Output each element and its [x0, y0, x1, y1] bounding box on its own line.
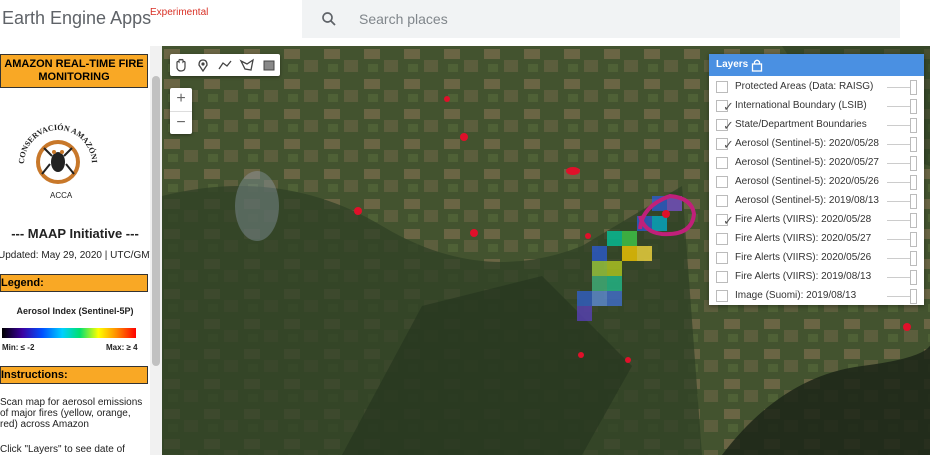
- opacity-slider-handle[interactable]: [910, 99, 917, 114]
- polygon-tool-icon[interactable]: [239, 57, 255, 73]
- pan-hand-icon[interactable]: [173, 57, 189, 73]
- point-marker-icon[interactable]: [195, 57, 211, 73]
- instructions-text-1: Scan map for aerosol emissions of major …: [0, 397, 143, 430]
- legend-min-label: Min: ≤ -2: [2, 343, 35, 352]
- opacity-slider-handle[interactable]: [910, 270, 917, 285]
- layer-row[interactable]: ✓ Fire Alerts (VIIRS): 2020/05/28: [709, 211, 924, 230]
- layer-label: Aerosol (Sentinel-5): 2020/05/26: [735, 176, 879, 187]
- layer-checkbox[interactable]: [716, 176, 728, 188]
- opacity-slider-handle[interactable]: [910, 137, 917, 152]
- layer-checkbox[interactable]: ✓: [716, 137, 734, 152]
- acca-logo: CONSERVACIÓN AMAZÓNICA ACCA: [10, 112, 99, 200]
- opacity-slider-track[interactable]: [887, 277, 911, 278]
- zoom-control: + −: [170, 88, 192, 134]
- checkmark-icon: ✓: [723, 99, 734, 114]
- layer-row[interactable]: Fire Alerts (VIIRS): 2020/05/27: [709, 230, 924, 249]
- checkmark-icon: ✓: [723, 213, 734, 228]
- opacity-slider-handle[interactable]: [910, 251, 917, 266]
- aerosol-color-ramp: [2, 328, 136, 338]
- top-bar: Earth Engine Apps Experimental Search pl…: [0, 0, 930, 46]
- layer-label: Aerosol (Sentinel-5): 2019/08/13: [735, 195, 879, 206]
- layer-label: State/Department Boundaries: [735, 119, 867, 130]
- aerosol-legend-title: Aerosol Index (Sentinel-5P): [16, 306, 134, 316]
- layer-checkbox[interactable]: [716, 252, 728, 264]
- layer-checkbox[interactable]: [716, 157, 728, 169]
- panel-scrollbar[interactable]: [150, 46, 162, 455]
- layer-row[interactable]: ✓ International Boundary (LSIB): [709, 97, 924, 116]
- search-icon[interactable]: [320, 10, 338, 28]
- opacity-slider-track[interactable]: [887, 239, 911, 240]
- search-input[interactable]: Search places: [359, 11, 448, 27]
- layer-row[interactable]: ✓ State/Department Boundaries: [709, 116, 924, 135]
- checkmark-icon: ✓: [723, 118, 734, 133]
- experimental-tag: Experimental: [150, 7, 209, 18]
- zoom-in-button[interactable]: +: [170, 88, 192, 111]
- opacity-slider-handle[interactable]: [910, 156, 917, 171]
- layer-checkbox[interactable]: [716, 271, 728, 283]
- layer-label: Fire Alerts (VIIRS): 2020/05/28: [735, 214, 872, 225]
- opacity-slider-track[interactable]: [887, 220, 911, 221]
- layer-row[interactable]: Image (Suomi): 2019/08/13: [709, 287, 924, 306]
- layer-label: Protected Areas (Data: RAISG): [735, 81, 874, 92]
- layer-label: Fire Alerts (VIIRS): 2020/05/26: [735, 252, 872, 263]
- opacity-slider-track[interactable]: [887, 258, 911, 259]
- layer-label: Fire Alerts (VIIRS): 2019/08/13: [735, 271, 872, 282]
- panel-title: AMAZON REAL-TIME FIRE MONITORING: [0, 54, 148, 88]
- layer-checkbox[interactable]: ✓: [716, 118, 734, 133]
- lock-icon[interactable]: [751, 58, 763, 72]
- opacity-slider-track[interactable]: [887, 144, 911, 145]
- layer-row[interactable]: ✓ Aerosol (Sentinel-5): 2020/05/28: [709, 135, 924, 154]
- drawing-toolbar: [170, 54, 280, 76]
- layer-checkbox[interactable]: [716, 195, 728, 207]
- layer-label: Aerosol (Sentinel-5): 2020/05/28: [735, 138, 879, 149]
- layer-checkbox[interactable]: [716, 290, 728, 302]
- opacity-slider-track[interactable]: [887, 106, 911, 107]
- opacity-slider-handle[interactable]: [910, 232, 917, 247]
- search-bar[interactable]: Search places: [302, 0, 900, 38]
- layer-row[interactable]: Aerosol (Sentinel-5): 2020/05/26: [709, 173, 924, 192]
- initiative-heading: --- MAAP Initiative ---: [11, 226, 139, 241]
- layer-row[interactable]: Aerosol (Sentinel-5): 2020/05/27: [709, 154, 924, 173]
- opacity-slider-handle[interactable]: [910, 175, 917, 190]
- opacity-slider-track[interactable]: [887, 163, 911, 164]
- legend-max-label: Max: ≥ 4: [106, 343, 138, 352]
- opacity-slider-handle[interactable]: [910, 213, 917, 228]
- logo-text-bottom: ACCA: [50, 191, 73, 200]
- opacity-slider-track[interactable]: [887, 87, 911, 88]
- side-panel: AMAZON REAL-TIME FIRE MONITORING CONSERV…: [0, 46, 162, 455]
- opacity-slider-handle[interactable]: [910, 80, 917, 95]
- layer-label: Aerosol (Sentinel-5): 2020/05/27: [735, 157, 879, 168]
- updated-text: Updated: May 29, 2020 | UTC/GMT: [0, 250, 156, 261]
- opacity-slider-handle[interactable]: [910, 194, 917, 209]
- layer-checkbox[interactable]: ✓: [716, 213, 734, 228]
- layer-row[interactable]: Protected Areas (Data: RAISG): [709, 78, 924, 97]
- layer-checkbox[interactable]: [716, 81, 728, 93]
- opacity-slider-track[interactable]: [887, 125, 911, 126]
- layers-title: Layers: [716, 59, 749, 70]
- rectangle-tool-icon[interactable]: [261, 57, 277, 73]
- layer-label: Fire Alerts (VIIRS): 2020/05/27: [735, 233, 872, 244]
- scrollbar-thumb[interactable]: [152, 76, 160, 366]
- opacity-slider-track[interactable]: [887, 296, 911, 297]
- legend-heading: Legend:: [0, 274, 148, 292]
- layer-checkbox[interactable]: [716, 233, 728, 245]
- layer-label: International Boundary (LSIB): [735, 100, 867, 111]
- layer-row[interactable]: Fire Alerts (VIIRS): 2019/08/13: [709, 268, 924, 287]
- layer-label: Image (Suomi): 2019/08/13: [735, 290, 857, 301]
- instructions-heading: Instructions:: [0, 366, 148, 384]
- layer-row[interactable]: Aerosol (Sentinel-5): 2019/08/13: [709, 192, 924, 211]
- layers-panel: Layers Protected Areas (Data: RAISG) ✓ Int…: [709, 54, 924, 305]
- app-title[interactable]: Earth Engine Apps: [2, 8, 151, 29]
- opacity-slider-handle[interactable]: [910, 289, 917, 304]
- layers-header[interactable]: Layers: [709, 54, 924, 76]
- layer-row[interactable]: Fire Alerts (VIIRS): 2020/05/26: [709, 249, 924, 268]
- layer-checkbox[interactable]: ✓: [716, 99, 734, 114]
- instructions-text-2: Click "Layers" to see date of image: [0, 444, 125, 455]
- zoom-out-button[interactable]: −: [170, 111, 192, 134]
- opacity-slider-track[interactable]: [887, 201, 911, 202]
- opacity-slider-track[interactable]: [887, 182, 911, 183]
- opacity-slider-handle[interactable]: [910, 118, 917, 133]
- checkmark-icon: ✓: [723, 137, 734, 152]
- line-tool-icon[interactable]: [217, 57, 233, 73]
